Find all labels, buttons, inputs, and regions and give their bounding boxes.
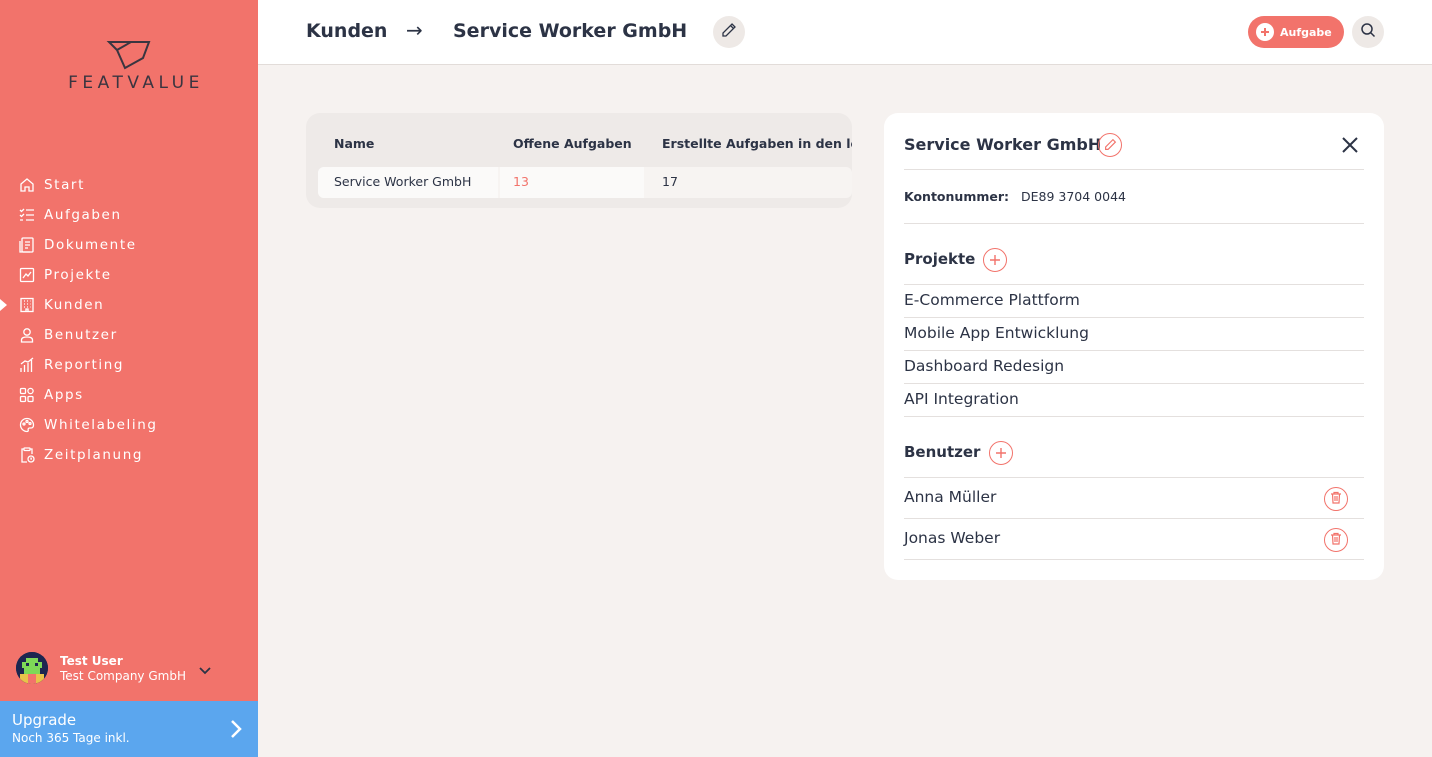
project-item[interactable]: Dashboard Redesign <box>904 350 1364 383</box>
remove-user-button[interactable] <box>1324 487 1348 511</box>
sidebar-item-label: Kunden <box>44 297 105 313</box>
project-item[interactable]: API Integration <box>904 383 1364 416</box>
sidebar-item-label: Zeitplanung <box>44 447 144 463</box>
sidebar-item-label: Dokumente <box>44 237 137 253</box>
sidebar-item-kunden[interactable]: Kunden <box>0 290 258 320</box>
bar-chart-icon <box>17 356 36 375</box>
remove-user-button[interactable] <box>1324 528 1348 552</box>
clipboard-clock-icon <box>17 446 36 465</box>
divider <box>904 416 1364 417</box>
sidebar-item-aufgaben[interactable]: Aufgaben <box>0 200 258 230</box>
user-company: Test Company GmbH <box>60 668 186 683</box>
sidebar-item-start[interactable]: Start <box>0 170 258 200</box>
panel-title: Service Worker GmbH <box>904 135 1102 154</box>
checklist-icon <box>17 206 36 225</box>
customer-detail-panel: Service Worker GmbH Kontonummer: DE89 37… <box>884 113 1384 580</box>
sidebar-item-label: Projekte <box>44 267 112 283</box>
user-list-item: Anna Müller <box>904 477 1364 518</box>
column-header-name[interactable]: Name <box>334 136 374 151</box>
add-task-label: Aufgabe <box>1280 25 1332 39</box>
pencil-icon <box>1104 136 1117 155</box>
add-user-button[interactable] <box>989 441 1013 465</box>
divider <box>904 169 1364 170</box>
sidebar-item-benutzer[interactable]: Benutzer <box>0 320 258 350</box>
pencil-icon <box>721 22 737 42</box>
palette-icon <box>17 416 36 435</box>
plus-icon <box>989 251 1001 270</box>
user-list-name: Anna Müller <box>904 488 997 506</box>
breadcrumb-parent[interactable]: Kunden <box>306 20 387 42</box>
account-number-value: DE89 3704 0044 <box>1021 189 1126 204</box>
chart-icon <box>17 266 36 285</box>
sidebar-item-reporting[interactable]: Reporting <box>0 350 258 380</box>
cell-customer-name[interactable]: Service Worker GmbH <box>334 174 471 189</box>
trash-icon <box>1330 490 1342 508</box>
user-icon <box>17 326 36 345</box>
account-number-label: Kontonummer: <box>904 189 1010 204</box>
upgrade-button[interactable]: Upgrade Noch 365 Tage inkl. <box>0 701 258 757</box>
user-name: Test User <box>60 653 123 668</box>
close-panel-button[interactable] <box>1340 135 1360 155</box>
user-info: Test User Test Company GmbH <box>60 654 186 683</box>
close-icon <box>1340 137 1360 159</box>
sidebar-item-label: Start <box>44 177 85 193</box>
edit-customer-button[interactable] <box>713 16 745 48</box>
add-task-button[interactable]: Aufgabe <box>1248 16 1344 48</box>
project-item[interactable]: E-Commerce Plattform <box>904 284 1364 317</box>
divider <box>904 223 1364 224</box>
sidebar-item-dokumente[interactable]: Dokumente <box>0 230 258 260</box>
sidebar-item-apps[interactable]: Apps <box>0 380 258 410</box>
sidebar-item-whitelabeling[interactable]: Whitelabeling <box>0 410 258 440</box>
chevron-right-icon <box>230 719 242 743</box>
plus-icon <box>1256 23 1274 41</box>
breadcrumb-current: Service Worker GmbH <box>453 20 688 42</box>
project-item[interactable]: Mobile App Entwicklung <box>904 317 1364 350</box>
sidebar: FEATVALUE Start Aufgaben Dokumente Proje… <box>0 0 258 757</box>
top-header: Kunden → Service Worker GmbH Aufgabe <box>258 0 1432 65</box>
avatar <box>16 652 48 684</box>
user-list-name: Jonas Weber <box>904 529 1001 547</box>
divider <box>904 559 1364 560</box>
user-menu[interactable]: Test User Test Company GmbH <box>16 652 226 684</box>
sidebar-item-projekte[interactable]: Projekte <box>0 260 258 290</box>
sidebar-item-label: Aufgaben <box>44 207 122 223</box>
building-icon <box>17 296 36 315</box>
chevron-down-icon[interactable] <box>199 660 211 679</box>
logo-mark-icon <box>106 41 151 70</box>
search-button[interactable] <box>1352 16 1384 48</box>
sidebar-item-label: Benutzer <box>44 327 118 343</box>
search-icon <box>1360 22 1376 42</box>
cell-open-tasks: 13 <box>513 174 529 189</box>
customers-table: Name Offene Aufgaben Erstellte Aufgaben … <box>306 113 852 208</box>
column-header-created-tasks[interactable]: Erstellte Aufgaben in den le <box>662 136 852 151</box>
edit-panel-button[interactable] <box>1098 133 1122 157</box>
trash-icon <box>1330 531 1342 549</box>
sidebar-item-label: Reporting <box>44 357 125 373</box>
add-project-button[interactable] <box>983 248 1007 272</box>
logo-text: FEATVALUE <box>68 73 204 93</box>
plus-icon <box>995 444 1007 463</box>
sidebar-nav: Start Aufgaben Dokumente Projekte Kunden <box>0 170 258 470</box>
apps-icon <box>17 386 36 405</box>
sidebar-item-label: Apps <box>44 387 84 403</box>
cell-created-tasks: 17 <box>662 174 678 189</box>
breadcrumb-arrow-icon: → <box>406 18 423 42</box>
home-icon <box>17 176 36 195</box>
column-header-open-tasks[interactable]: Offene Aufgaben <box>513 136 632 151</box>
logo[interactable]: FEATVALUE <box>0 40 258 93</box>
projects-section-title: Projekte <box>904 250 976 268</box>
upgrade-subtitle: Noch 365 Tage inkl. <box>12 731 130 745</box>
sidebar-item-zeitplanung[interactable]: Zeitplanung <box>0 440 258 470</box>
document-icon <box>17 236 36 255</box>
user-list-item: Jonas Weber <box>904 518 1364 559</box>
sidebar-item-label: Whitelabeling <box>44 417 158 433</box>
users-section-title: Benutzer <box>904 443 981 461</box>
upgrade-title: Upgrade <box>12 711 77 729</box>
